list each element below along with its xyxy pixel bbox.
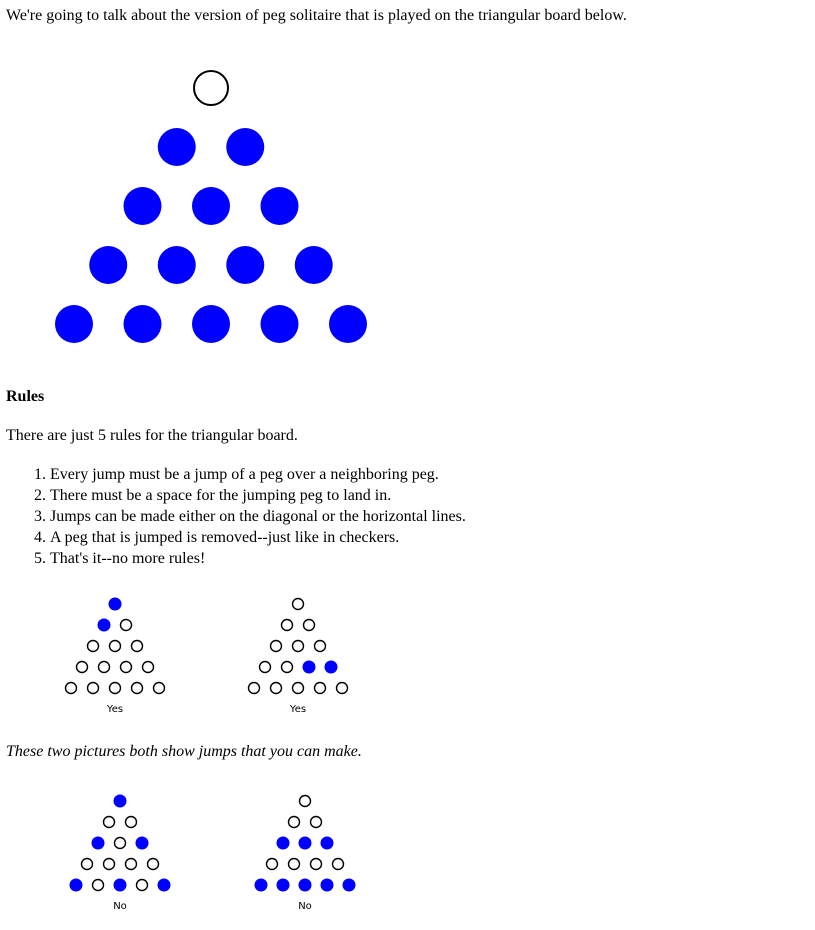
- peg: [91, 836, 105, 850]
- empty-hole: [108, 681, 122, 695]
- empty-hole: [124, 815, 138, 829]
- peg: [254, 878, 268, 892]
- peg: [123, 305, 162, 343]
- peg: [192, 305, 230, 343]
- empty-hole: [265, 857, 279, 871]
- empty-hole: [287, 857, 301, 871]
- peg: [226, 128, 265, 166]
- empty-hole: [108, 639, 122, 653]
- empty-hole: [113, 836, 127, 850]
- peg: [192, 187, 230, 225]
- peg: [342, 878, 356, 892]
- peg: [55, 305, 93, 343]
- empty-hole: [119, 660, 133, 674]
- main-peg-board: [55, 70, 367, 343]
- board-verdict-label: No: [113, 901, 127, 912]
- rule-item: That's it--no more rules!: [50, 548, 466, 569]
- empty-hole: [291, 639, 305, 653]
- empty-hole: [269, 681, 283, 695]
- empty-hole: [102, 857, 116, 871]
- rule-item: A peg that is jumped is removed--just li…: [50, 527, 466, 548]
- empty-hole: [302, 618, 316, 632]
- peg: [260, 305, 299, 343]
- empty-hole: [335, 681, 349, 695]
- example-board-yes-2: Yes: [247, 597, 349, 715]
- empty-hole: [291, 681, 305, 695]
- peg: [302, 660, 316, 674]
- peg: [108, 597, 122, 611]
- peg: [135, 836, 149, 850]
- empty-hole: [331, 857, 345, 871]
- peg: [320, 878, 334, 892]
- peg: [276, 836, 290, 850]
- peg: [298, 836, 312, 850]
- empty-hole: [86, 681, 100, 695]
- peg: [113, 794, 127, 808]
- empty-hole: [97, 660, 111, 674]
- peg: [320, 836, 334, 850]
- rules-list: Every jump must be a jump of a peg over …: [0, 464, 466, 569]
- empty-hole: [146, 857, 160, 871]
- peg: [157, 246, 196, 284]
- jump-examples-caption: These two pictures both show jumps that …: [6, 743, 362, 760]
- empty-hole: [86, 639, 100, 653]
- empty-hole: [102, 815, 116, 829]
- empty-hole: [135, 878, 149, 892]
- board-verdict-label: Yes: [106, 704, 123, 715]
- peg: [276, 878, 290, 892]
- empty-hole: [124, 857, 138, 871]
- empty-hole: [309, 857, 323, 871]
- peg: [89, 246, 128, 284]
- empty-hole: [247, 681, 261, 695]
- empty-hole: [141, 660, 155, 674]
- peg: [324, 660, 338, 674]
- empty-hole: [91, 878, 105, 892]
- rule-item: Every jump must be a jump of a peg over …: [50, 464, 466, 485]
- example-board-no-2: No: [254, 794, 356, 912]
- rule-item: There must be a space for the jumping pe…: [50, 485, 466, 506]
- empty-hole: [130, 639, 144, 653]
- empty-hole: [64, 681, 78, 695]
- peg: [329, 305, 367, 343]
- empty-hole: [291, 597, 305, 611]
- peg: [298, 878, 312, 892]
- peg: [260, 187, 299, 225]
- peg: [113, 878, 127, 892]
- peg: [97, 618, 111, 632]
- peg: [157, 128, 196, 166]
- empty-hole: [280, 618, 294, 632]
- empty-hole: [313, 681, 327, 695]
- empty-hole: [130, 681, 144, 695]
- peg: [294, 246, 333, 284]
- peg: [226, 246, 265, 284]
- empty-hole: [280, 660, 294, 674]
- peg: [157, 878, 171, 892]
- empty-hole: [313, 639, 327, 653]
- empty-hole: [269, 639, 283, 653]
- peg: [123, 187, 162, 225]
- example-board-no-1: No: [69, 794, 171, 912]
- peg: [69, 878, 83, 892]
- board-verdict-label: Yes: [289, 704, 306, 715]
- empty-hole: [193, 70, 229, 106]
- empty-hole: [119, 618, 133, 632]
- empty-hole: [75, 660, 89, 674]
- board-verdict-label: No: [298, 901, 312, 912]
- empty-hole: [80, 857, 94, 871]
- empty-hole: [152, 681, 166, 695]
- empty-hole: [258, 660, 272, 674]
- empty-hole: [309, 815, 323, 829]
- empty-hole: [298, 794, 312, 808]
- rule-item: Jumps can be made either on the diagonal…: [50, 506, 466, 527]
- rules-intro-text: There are just 5 rules for the triangula…: [6, 427, 298, 444]
- example-board-yes-1: Yes: [64, 597, 166, 715]
- empty-hole: [287, 815, 301, 829]
- rules-heading: Rules: [6, 388, 45, 405]
